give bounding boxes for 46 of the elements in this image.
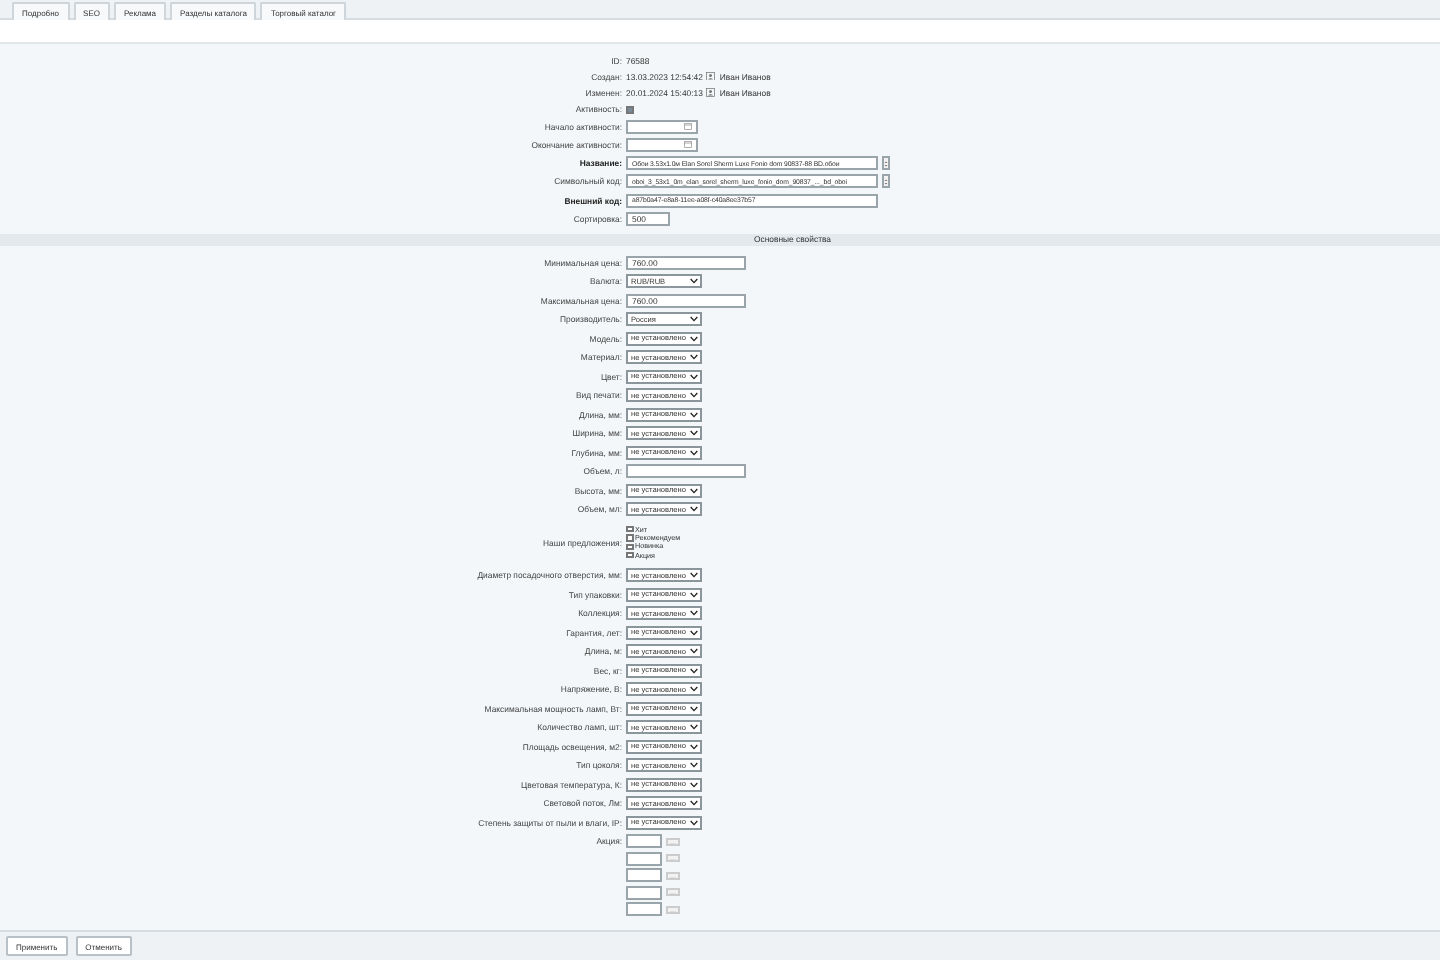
checkbox[interactable] xyxy=(626,551,633,559)
chevron-icon xyxy=(689,629,697,636)
chevron-icon xyxy=(689,449,697,456)
date-field[interactable] xyxy=(626,119,698,134)
chevron-icon xyxy=(689,781,697,788)
translit-button[interactable] xyxy=(882,174,890,189)
chevron-icon xyxy=(689,648,697,655)
checkbox[interactable] xyxy=(626,534,633,542)
checkbox[interactable] xyxy=(626,543,633,551)
user-icon xyxy=(706,71,716,81)
chevron-icon xyxy=(689,762,697,769)
input-field[interactable] xyxy=(626,464,746,479)
input-field[interactable] xyxy=(626,885,662,900)
input-field[interactable] xyxy=(626,851,662,866)
chevron-icon xyxy=(689,724,697,731)
chevron-icon xyxy=(689,572,697,579)
chevron-icon xyxy=(689,278,697,285)
chevron-icon xyxy=(689,610,697,617)
chevron-icon xyxy=(689,743,697,750)
chevron-icon xyxy=(689,392,697,399)
chevron-icon xyxy=(689,686,697,693)
date-field[interactable] xyxy=(626,137,698,152)
chevron-icon xyxy=(689,373,697,380)
chevron-icon xyxy=(689,335,697,342)
input-field[interactable] xyxy=(626,902,662,917)
chevron-icon xyxy=(689,430,697,437)
chevron-icon xyxy=(689,819,697,826)
checkbox[interactable] xyxy=(626,525,633,533)
input-field[interactable] xyxy=(626,834,662,849)
chevron-icon xyxy=(689,316,697,323)
calendar-icon xyxy=(684,122,692,131)
chevron-icon xyxy=(689,667,697,674)
chevron-icon xyxy=(689,591,697,598)
checkbox[interactable] xyxy=(626,105,634,114)
translit-button[interactable] xyxy=(882,156,890,171)
input-field[interactable] xyxy=(626,868,662,883)
chevron-icon xyxy=(689,705,697,712)
calendar-icon xyxy=(684,140,692,149)
arrows-icon xyxy=(884,159,888,168)
chevron-icon xyxy=(689,506,697,513)
chevron-icon xyxy=(689,800,697,807)
chevron-icon xyxy=(689,354,697,361)
chevron-icon xyxy=(689,411,697,418)
chevron-icon xyxy=(689,487,697,494)
user-icon xyxy=(706,88,716,98)
arrows-icon xyxy=(884,177,888,186)
